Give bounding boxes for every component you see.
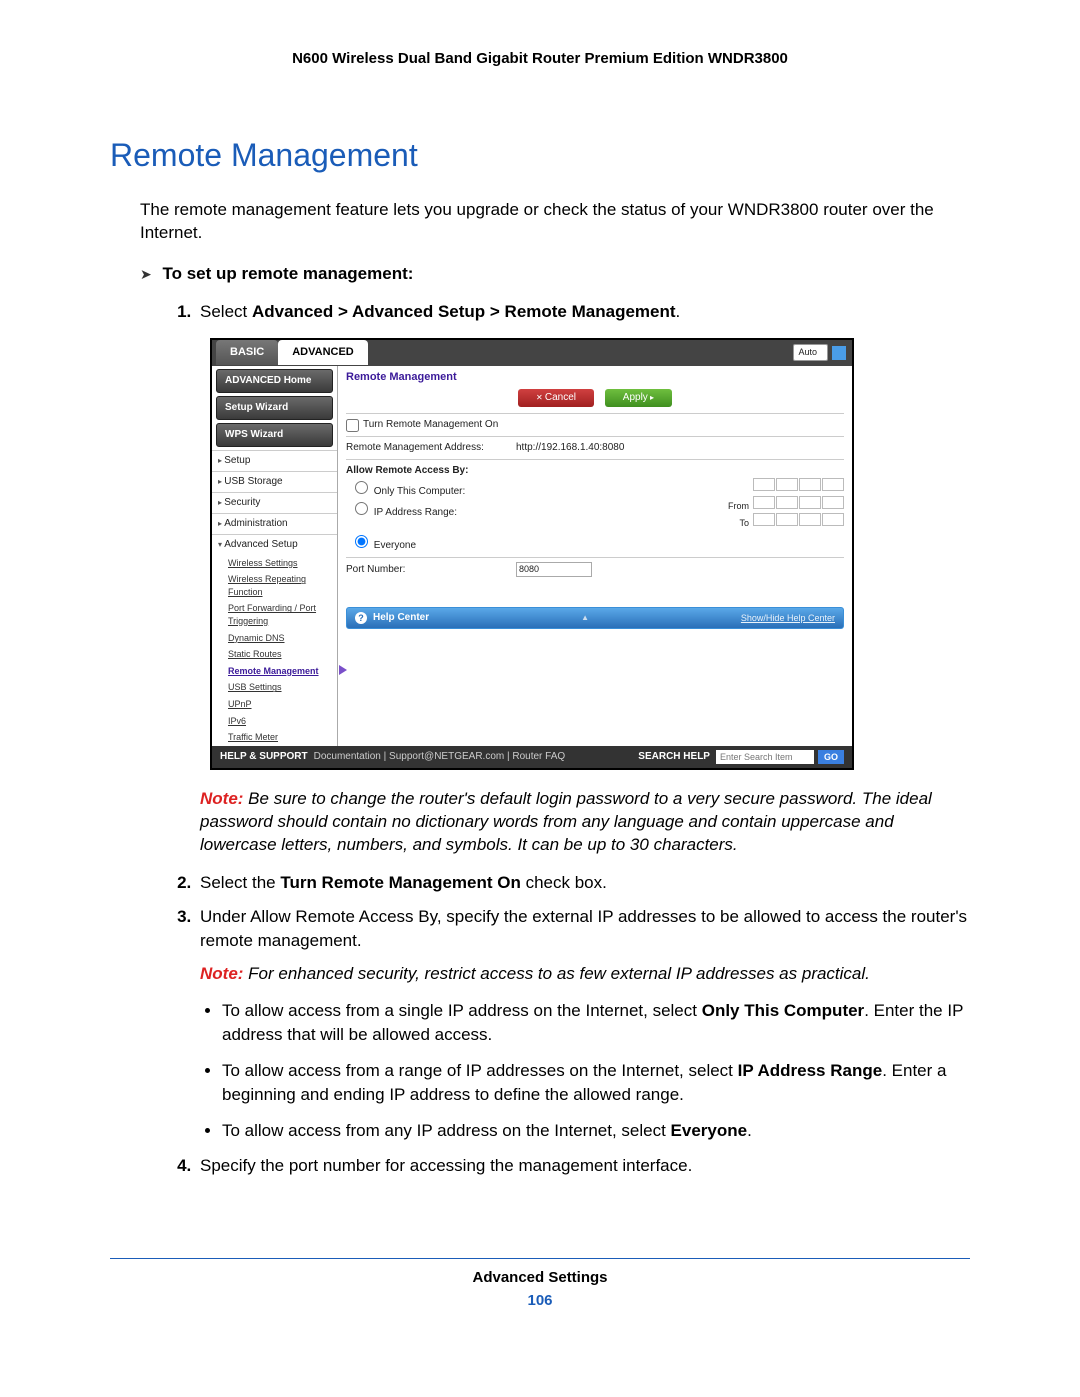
note-2-text: For enhanced security, restrict access t… [243,964,869,983]
sidebar-sub-static[interactable]: Static Routes [212,646,337,663]
intro-paragraph: The remote management feature lets you u… [140,199,970,245]
port-label: Port Number: [346,563,516,577]
step-1-prefix: Select [200,302,252,321]
sidebar-btn-home[interactable]: ADVANCED Home [216,369,333,393]
search-help-label: SEARCH HELP [638,750,710,764]
page-number: 106 [110,1292,970,1309]
sidebar-sub-traffic[interactable]: Traffic Meter [212,729,337,746]
sidebar-btn-wps-wizard[interactable]: WPS Wizard [216,423,333,447]
addr-value: http://192.168.1.40:8080 [516,441,844,455]
refresh-icon[interactable] [832,346,846,360]
help-center-bar[interactable]: ? Help Center ▲ Show/Hide Help Center [346,607,844,629]
sidebar-sub-usbset[interactable]: USB Settings [212,679,337,696]
sidebar-sub-repeating[interactable]: Wireless Repeating Function [212,571,337,600]
to-label: To [739,518,749,528]
sidebar-sub-portfwd[interactable]: Port Forwarding / Port Triggering [212,600,337,629]
step-1-suffix: . [676,302,681,321]
note-1: Note: Be sure to change the router's def… [200,788,970,857]
note-2-label: Note: [200,964,243,983]
sidebar: ADVANCED Home Setup Wizard WPS Wizard Se… [212,366,338,746]
divider [346,436,844,437]
note-1-label: Note: [200,789,243,808]
sidebar-item-admin[interactable]: Administration [212,513,337,534]
tab-advanced[interactable]: ADVANCED [278,340,368,365]
router-top-bar: BASIC ADVANCED Auto [212,340,852,366]
doc-header: N600 Wireless Dual Band Gigabit Router P… [110,50,970,67]
step-4-text: Specify the port number for accessing th… [200,1156,692,1175]
sidebar-sub-ddns[interactable]: Dynamic DNS [212,630,337,647]
sidebar-item-security[interactable]: Security [212,492,337,513]
sidebar-item-setup[interactable]: Setup [212,450,337,471]
step-2-suffix: check box. [521,873,607,892]
bullet-3-bold: Everyone [671,1121,748,1140]
turn-on-checkbox[interactable] [346,419,359,432]
note-2: Note: For enhanced security, restrict ac… [200,963,970,986]
sidebar-item-usb[interactable]: USB Storage [212,471,337,492]
caret-up-icon: ▲ [581,612,589,623]
turn-on-label: Turn Remote Management On [363,418,498,432]
radio-only-this-label: Only This Computer: [374,486,466,497]
search-input[interactable]: Enter Search Item [716,750,814,765]
bullet-1: To allow access from a single IP address… [222,999,970,1047]
cancel-button[interactable]: Cancel [518,389,594,407]
footer-section: Advanced Settings [110,1269,970,1286]
radio-range[interactable] [355,502,368,515]
section-title: Remote Management [110,137,970,174]
radio-everyone-label: Everyone [374,540,416,551]
step-1-bold: Advanced > Advanced Setup > Remote Manag… [252,302,676,321]
radio-range-label: IP Address Range: [374,507,457,518]
step-2-bold: Turn Remote Management On [280,873,521,892]
bullet-2-p1: To allow access from a range of IP addre… [222,1061,738,1080]
router-main: Remote Management Cancel Apply Turn Remo… [338,366,852,746]
from-label: From [728,501,749,511]
go-button[interactable]: GO [818,750,844,765]
divider [346,459,844,460]
bullet-3: To allow access from any IP address on t… [222,1119,970,1143]
sidebar-item-advanced-setup[interactable]: Advanced Setup [212,534,337,555]
language-select[interactable]: Auto [793,344,828,361]
divider [346,413,844,414]
router-screenshot: BASIC ADVANCED Auto ADVANCED Home Setup … [210,338,970,771]
task-heading: ➤ To set up remote management: [140,263,970,286]
bullet-1-p1: To allow access from a single IP address… [222,1001,702,1020]
radio-everyone[interactable] [355,535,368,548]
footer-rule [110,1258,970,1259]
bullet-3-p2: . [747,1121,752,1140]
divider [346,557,844,558]
step-4: Specify the port number for accessing th… [196,1154,970,1178]
sidebar-sub-wireless[interactable]: Wireless Settings [212,555,337,572]
step-3-text: Under Allow Remote Access By, specify th… [200,907,967,950]
port-input[interactable]: 8080 [516,562,592,577]
sidebar-sub-remote-mgmt[interactable]: Remote Management [212,663,337,680]
step-2: Select the Turn Remote Management On che… [196,871,970,895]
step-2-prefix: Select the [200,873,280,892]
sidebar-btn-setup-wizard[interactable]: Setup Wizard [216,396,333,420]
chevron-right-icon: ➤ [140,266,152,282]
router-bottom-bar: HELP & SUPPORT Documentation | Support@N… [212,746,852,769]
tab-basic[interactable]: BASIC [216,340,278,365]
sidebar-sub-ipv6[interactable]: IPv6 [212,713,337,730]
help-icon: ? [355,612,367,624]
sidebar-sub-upnp[interactable]: UPnP [212,696,337,713]
bullet-2-bold: IP Address Range [738,1061,883,1080]
step-1: Select Advanced > Advanced Setup > Remot… [196,300,970,857]
bullet-2: To allow access from a range of IP addre… [222,1059,970,1107]
help-support-label: HELP & SUPPORT [220,750,308,764]
note-1-text: Be sure to change the router's default l… [200,789,932,854]
addr-label: Remote Management Address: [346,441,516,455]
help-center-label: Help Center [373,611,429,625]
bullet-3-p1: To allow access from any IP address on t… [222,1121,671,1140]
bullet-1-bold: Only This Computer [702,1001,864,1020]
allow-label: Allow Remote Access By: [346,464,844,478]
show-hide-link[interactable]: Show/Hide Help Center [741,612,835,625]
step-3: Under Allow Remote Access By, specify th… [196,905,970,1143]
panel-title: Remote Management [346,370,844,385]
radio-only-this[interactable] [355,481,368,494]
task-heading-text: To set up remote management: [162,264,413,283]
help-support-links[interactable]: Documentation | Support@NETGEAR.com | Ro… [314,750,566,764]
apply-button[interactable]: Apply [605,389,672,407]
